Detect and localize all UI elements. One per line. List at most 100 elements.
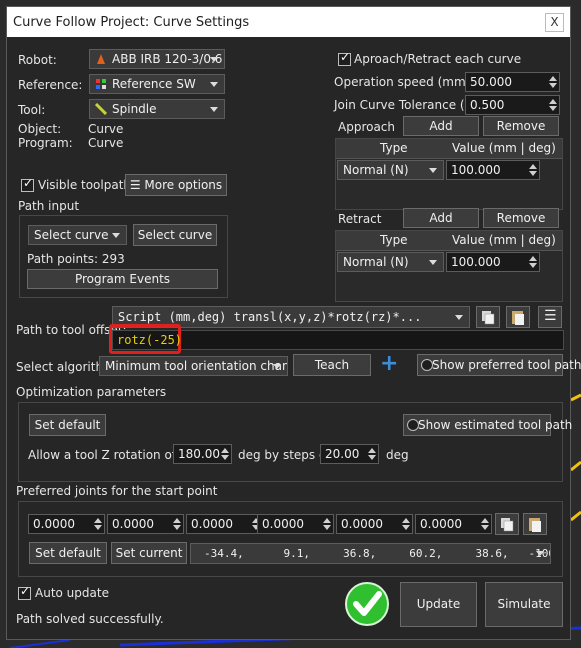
spin-down-icon[interactable] bbox=[402, 525, 410, 530]
current-joints-value: -34.4, 9.1, 36.8, 60.2, 38.6, -106.5 bbox=[204, 547, 551, 560]
spin-down-icon[interactable] bbox=[481, 525, 489, 530]
show-preferred-path-button[interactable]: Show preferred tool path bbox=[417, 354, 581, 376]
optimization-title: Optimization parameters bbox=[16, 385, 167, 399]
spin-up-icon[interactable] bbox=[481, 518, 489, 523]
retract-table-header: Type Value (mm | deg) bbox=[336, 231, 562, 251]
approach-retract-checkbox[interactable]: ✓ bbox=[338, 50, 351, 66]
joint-3-input[interactable]: 0.0000 bbox=[186, 514, 263, 534]
spin-up-icon[interactable] bbox=[529, 256, 537, 261]
chevron-down-icon bbox=[536, 551, 544, 556]
visible-toolpath-label: Visible toolpath bbox=[38, 178, 132, 192]
chevron-down-icon bbox=[455, 315, 463, 320]
simulate-button[interactable]: Simulate bbox=[485, 582, 563, 627]
spin-down-icon[interactable] bbox=[94, 525, 102, 530]
radio-icon bbox=[421, 359, 433, 371]
success-check-icon bbox=[345, 582, 389, 626]
step-input[interactable]: 20.00 bbox=[320, 444, 379, 464]
retract-label: Retract bbox=[338, 212, 382, 226]
spin-down-icon[interactable] bbox=[368, 455, 376, 460]
approach-value-input[interactable]: 100.000 bbox=[446, 160, 540, 180]
paste-button[interactable] bbox=[506, 306, 530, 328]
joints-paste-button[interactable] bbox=[523, 513, 547, 535]
approach-type-select[interactable]: Normal (N) bbox=[337, 160, 444, 180]
curve-select[interactable]: Select curve bbox=[28, 225, 127, 245]
algorithm-value: Minimum tool orientation change bbox=[105, 359, 288, 373]
chevron-down-icon bbox=[210, 82, 218, 87]
offset-expression-field[interactable]: rotz(-25) bbox=[109, 324, 564, 354]
chevron-down-icon bbox=[112, 233, 120, 238]
show-estimated-path-button[interactable]: Show estimated tool path bbox=[403, 414, 572, 436]
col-type: Type bbox=[380, 141, 408, 155]
reference-frame-icon bbox=[96, 79, 106, 89]
spin-up-icon[interactable] bbox=[529, 164, 537, 169]
join-tolerance-input[interactable]: 0.500 bbox=[465, 95, 560, 115]
spin-up-icon[interactable] bbox=[402, 518, 410, 523]
close-button[interactable]: X bbox=[545, 13, 564, 32]
spin-up-icon[interactable] bbox=[221, 448, 229, 453]
spin-up-icon[interactable] bbox=[549, 76, 557, 81]
current-joints-select[interactable]: -34.4, 9.1, 36.8, 60.2, 38.6, -106.5 bbox=[190, 543, 551, 564]
spin-up-icon[interactable] bbox=[368, 448, 376, 453]
spin-down-icon[interactable] bbox=[549, 83, 557, 88]
approach-retract-label: Aproach/Retract each curve bbox=[354, 52, 522, 66]
show-estimated-label: Show estimated tool path bbox=[418, 418, 573, 432]
spin-down-icon[interactable] bbox=[173, 525, 181, 530]
paste-icon bbox=[512, 311, 524, 325]
spin-down-icon[interactable] bbox=[549, 106, 557, 111]
rotation-input[interactable]: 180.00 bbox=[173, 444, 232, 464]
joint-4-input[interactable]: 0.0000 bbox=[257, 514, 334, 534]
joint-6-input[interactable]: 0.0000 bbox=[415, 514, 492, 534]
visible-toolpath-checkbox[interactable]: ✓ bbox=[21, 176, 34, 192]
retract-remove-button[interactable]: Remove bbox=[483, 208, 559, 228]
joint-5-input[interactable]: 0.0000 bbox=[336, 514, 413, 534]
chevron-down-icon bbox=[273, 364, 281, 369]
operation-speed-input[interactable]: 50.000 bbox=[465, 72, 560, 92]
retract-add-button[interactable]: Add bbox=[403, 208, 479, 228]
window-title: Curve Follow Project: Curve Settings bbox=[13, 15, 250, 30]
chevron-down-icon bbox=[429, 260, 437, 265]
retract-type-select[interactable]: Normal (N) bbox=[337, 252, 444, 272]
spin-down-icon[interactable] bbox=[529, 171, 537, 176]
select-curve-button[interactable]: Select curve bbox=[133, 224, 217, 246]
approach-type-value: Normal (N) bbox=[343, 163, 409, 177]
menu-button[interactable]: ☰ bbox=[538, 306, 562, 328]
joint-1-value: 0.0000 bbox=[33, 517, 75, 531]
tool-select[interactable]: Spindle bbox=[89, 99, 225, 119]
spin-up-icon[interactable] bbox=[549, 99, 557, 104]
approach-label: Approach bbox=[338, 120, 396, 134]
plus-icon[interactable]: + bbox=[380, 351, 398, 376]
radio-icon bbox=[407, 419, 419, 431]
optimization-set-default-button[interactable]: Set default bbox=[29, 414, 106, 436]
approach-remove-button[interactable]: Remove bbox=[483, 116, 559, 136]
set-current-button[interactable]: Set current bbox=[111, 542, 187, 564]
spin-up-icon[interactable] bbox=[323, 518, 331, 523]
offset-script-value: Script (mm,deg) transl(x,y,z)*rotz(rz)*.… bbox=[118, 310, 422, 324]
spin-down-icon[interactable] bbox=[529, 263, 537, 268]
joint-1-input[interactable]: 0.0000 bbox=[28, 514, 105, 534]
spin-up-icon[interactable] bbox=[173, 518, 181, 523]
joints-set-default-button[interactable]: Set default bbox=[29, 542, 107, 564]
copy-button[interactable] bbox=[476, 306, 500, 328]
reference-select[interactable]: Reference SW bbox=[89, 74, 225, 94]
teach-button[interactable]: Teach bbox=[293, 354, 371, 376]
approach-table: Type Value (mm | deg) Normal (N) 100.000 bbox=[335, 138, 563, 210]
auto-update-label: Auto update bbox=[35, 586, 109, 600]
joint-2-input[interactable]: 0.0000 bbox=[107, 514, 184, 534]
robot-select[interactable]: ABB IRB 120-3/0.6 bbox=[89, 49, 225, 69]
curve-select-value: Select curve bbox=[34, 228, 109, 242]
retract-value-input[interactable]: 100.000 bbox=[446, 252, 540, 272]
paste-icon bbox=[529, 518, 541, 532]
update-button[interactable]: Update bbox=[400, 582, 477, 627]
more-options-button[interactable]: ☰ More options bbox=[125, 174, 227, 196]
algorithm-select[interactable]: Minimum tool orientation change bbox=[99, 356, 288, 376]
approach-add-button[interactable]: Add bbox=[403, 116, 479, 136]
spin-up-icon[interactable] bbox=[94, 518, 102, 523]
object-label: Object: bbox=[18, 122, 62, 136]
spin-down-icon[interactable] bbox=[323, 525, 331, 530]
offset-expression-text: rotz(-25) bbox=[117, 333, 183, 347]
object-value: Curve bbox=[88, 122, 124, 136]
program-events-button[interactable]: Program Events bbox=[27, 269, 218, 289]
auto-update-checkbox[interactable]: ✓ bbox=[18, 584, 31, 600]
joints-copy-button[interactable] bbox=[495, 513, 519, 535]
spin-down-icon[interactable] bbox=[221, 455, 229, 460]
